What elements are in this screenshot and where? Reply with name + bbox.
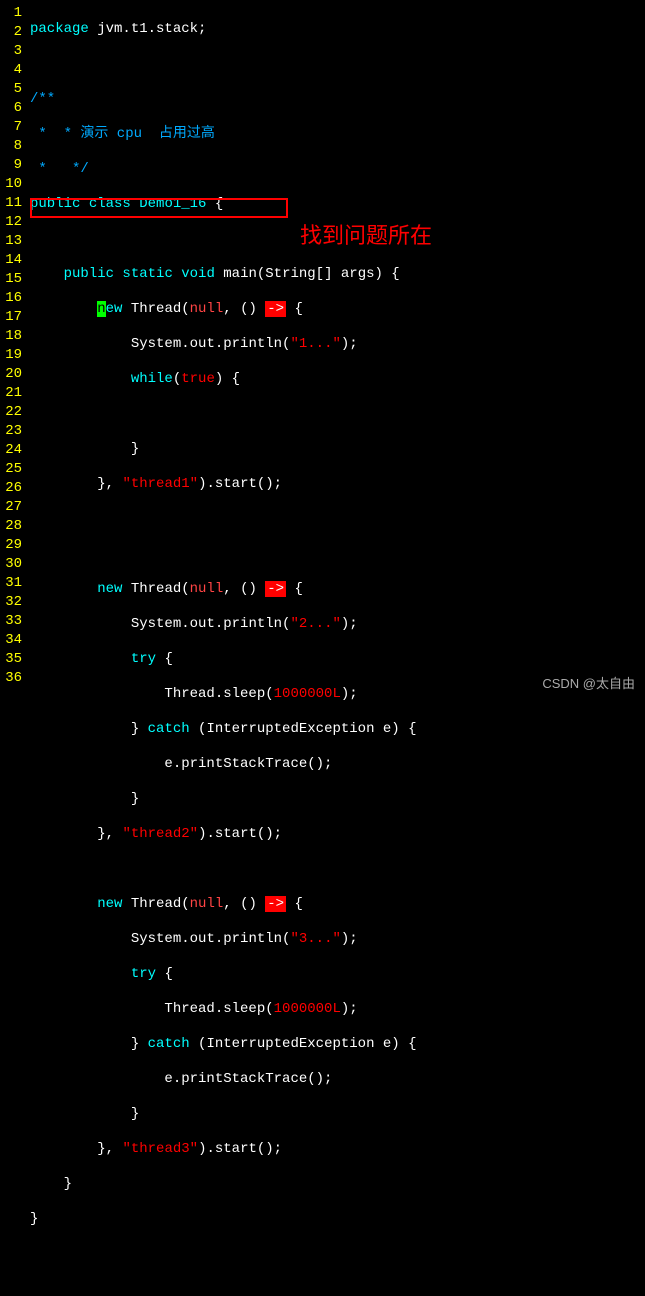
line-number: 6: [0, 99, 22, 118]
line-number: 28: [0, 517, 22, 536]
cursor-highlight: n: [97, 301, 105, 317]
line-number: 16: [0, 289, 22, 308]
code-line: [30, 405, 645, 424]
line-number-gutter: 1 2 3 4 5 6 7 8 9 10 11 12 13 14 15 16 1…: [0, 4, 30, 1296]
line-number: 19: [0, 346, 22, 365]
code-editor: 1 2 3 4 5 6 7 8 9 10 11 12 13 14 15 16 1…: [0, 0, 645, 1296]
line-number: 26: [0, 479, 22, 498]
code-line: }: [30, 440, 645, 459]
code-line: Thread.sleep(1000000L);: [30, 1000, 645, 1019]
line-number: 15: [0, 270, 22, 289]
lambda-arrow-icon: ->: [265, 581, 286, 597]
code-line: * * 演示 cpu 占用过高: [30, 125, 645, 144]
code-line: public static void main(String[] args) {: [30, 265, 645, 284]
code-line: [30, 545, 645, 564]
annotation-text: 找到问题所在: [300, 218, 432, 250]
line-number: 17: [0, 308, 22, 327]
code-line: System.out.println("2...");: [30, 615, 645, 634]
line-number: 2: [0, 23, 22, 42]
code-line: * */: [30, 160, 645, 179]
code-line: } catch (InterruptedException e) {: [30, 720, 645, 739]
line-number: 3: [0, 42, 22, 61]
line-number: 9: [0, 156, 22, 175]
code-line: /**: [30, 90, 645, 109]
line-number: 4: [0, 61, 22, 80]
code-line: e.printStackTrace();: [30, 1070, 645, 1089]
line-number: 5: [0, 80, 22, 99]
code-line: try {: [30, 965, 645, 984]
line-number: 13: [0, 232, 22, 251]
code-line: [30, 510, 645, 529]
line-number: 33: [0, 612, 22, 631]
line-number: 7: [0, 118, 22, 137]
code-line: [30, 860, 645, 879]
line-number: 14: [0, 251, 22, 270]
line-number: 30: [0, 555, 22, 574]
line-number: 20: [0, 365, 22, 384]
code-line: }: [30, 1210, 645, 1229]
code-line: package jvm.t1.stack;: [30, 20, 645, 39]
line-number: 10: [0, 175, 22, 194]
line-number: 12: [0, 213, 22, 232]
code-line: [30, 55, 645, 74]
code-line: }, "thread1").start();: [30, 475, 645, 494]
code-line: System.out.println("1...");: [30, 335, 645, 354]
line-number: 29: [0, 536, 22, 555]
code-line: }: [30, 790, 645, 809]
line-number: 32: [0, 593, 22, 612]
line-number: 35: [0, 650, 22, 669]
code-line: e.printStackTrace();: [30, 755, 645, 774]
line-number: 23: [0, 422, 22, 441]
code-line: } catch (InterruptedException e) {: [30, 1035, 645, 1054]
code-line: }, "thread3").start();: [30, 1140, 645, 1159]
line-number: 24: [0, 441, 22, 460]
line-number: 36: [0, 669, 22, 688]
code-line: System.out.println("3...");: [30, 930, 645, 949]
line-number: 1: [0, 4, 22, 23]
code-line: }: [30, 1175, 645, 1194]
code-line: }: [30, 1105, 645, 1124]
lambda-arrow-icon: ->: [265, 896, 286, 912]
code-line: while(true) {: [30, 370, 645, 389]
line-number: 34: [0, 631, 22, 650]
lambda-arrow-icon: ->: [265, 301, 286, 317]
line-number: 11: [0, 194, 22, 213]
line-number: 21: [0, 384, 22, 403]
code-line: new Thread(null, () -> {: [30, 580, 645, 599]
line-number: 18: [0, 327, 22, 346]
line-number: 25: [0, 460, 22, 479]
code-line: [30, 1245, 645, 1264]
line-number: 27: [0, 498, 22, 517]
code-line: try {: [30, 650, 645, 669]
code-line: public class Demo1_16 {: [30, 195, 645, 214]
line-number: 31: [0, 574, 22, 593]
code-line: new Thread(null, () -> {: [30, 300, 645, 319]
code-line: }, "thread2").start();: [30, 825, 645, 844]
code-line: new Thread(null, () -> {: [30, 895, 645, 914]
line-number: 22: [0, 403, 22, 422]
code-area[interactable]: package jvm.t1.stack; /** * * 演示 cpu 占用过…: [30, 4, 645, 1296]
watermark-text: CSDN @太自由: [542, 673, 635, 692]
line-number: 8: [0, 137, 22, 156]
